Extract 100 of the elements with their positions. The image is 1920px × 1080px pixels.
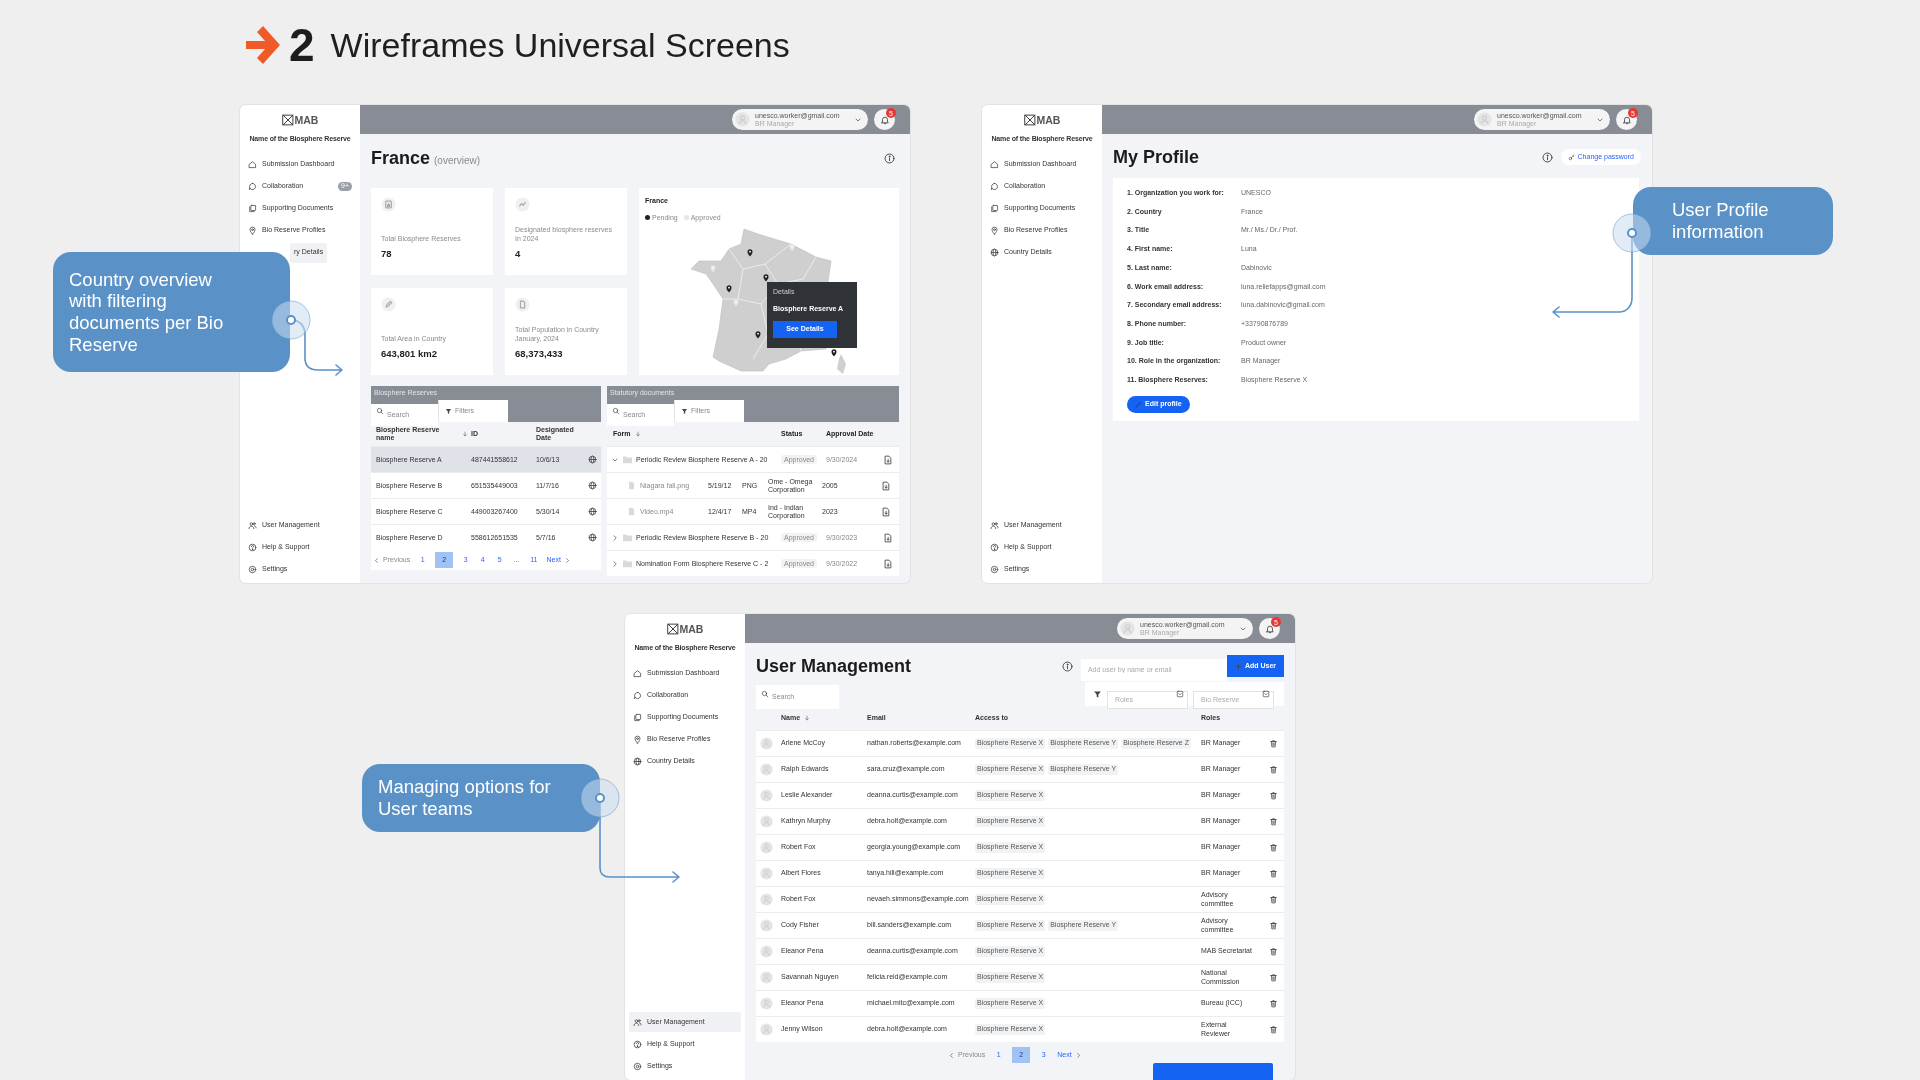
pencil-icon [381,297,396,312]
globe-icon [990,248,999,257]
trash-icon[interactable] [1269,1025,1278,1034]
stat-value: 78 [381,246,393,261]
location-icon [633,735,642,744]
chevron-left-icon [373,556,380,564]
globe-icon [633,757,642,766]
globe-icon[interactable] [588,507,597,516]
download-icon[interactable] [883,558,893,569]
map-pin-icon[interactable] [725,284,733,293]
info-icon[interactable] [884,152,895,164]
logo-icon [281,114,294,126]
trash-icon[interactable] [1269,843,1278,852]
avatar-icon [760,737,773,750]
map-pin-icon[interactable] [754,330,762,339]
logo-text: MAB [294,114,319,126]
pencil-icon [1135,400,1142,408]
filter-icon [681,407,688,415]
search-icon [761,690,769,698]
documents-icon [990,204,999,213]
stat-value: 4 [515,246,522,261]
download-icon[interactable] [881,506,891,517]
avatar-icon [1477,112,1492,127]
file-icon [627,481,636,490]
avatar-icon [760,945,773,958]
stat-value: 643,801 km2 [381,346,438,361]
chat-icon [248,182,257,191]
sort-icon[interactable] [462,431,468,437]
download-icon[interactable] [881,480,891,491]
globe-icon[interactable] [588,533,597,542]
key-icon [1567,153,1575,161]
avatar-icon [735,112,750,127]
chart-icon [381,197,396,212]
avatar-icon [760,789,773,802]
avatar-icon [760,971,773,984]
trash-icon[interactable] [1269,999,1278,1008]
users-icon [633,1017,642,1027]
map-pin-icon[interactable] [746,248,754,257]
avatar-icon [760,841,773,854]
callout-marker [271,300,311,340]
filter-icon[interactable] [1093,689,1102,699]
section-number: 2 [289,22,315,68]
download-icon[interactable] [883,532,893,543]
sort-icon[interactable] [634,431,641,437]
avatar-icon [760,815,773,828]
home-icon [248,160,257,169]
trash-icon[interactable] [1269,973,1278,982]
trash-icon[interactable] [1269,765,1278,774]
plus-icon [1234,662,1242,670]
sort-icon[interactable] [804,715,811,721]
filter-icon [445,407,452,415]
folder-icon [622,454,633,465]
globe-icon[interactable] [588,455,597,464]
map-pin-icon[interactable] [762,273,770,282]
globe-icon[interactable] [588,481,597,490]
search-icon [376,407,384,415]
chevron-icon[interactable] [611,533,619,542]
logo-icon [666,623,679,635]
users-icon [248,520,257,530]
chevron-left-icon [948,1051,955,1059]
help-icon [990,542,999,552]
download-icon[interactable] [883,454,893,465]
chevron-icon[interactable] [611,559,619,568]
trash-icon[interactable] [1269,895,1278,904]
avatar-icon [760,763,773,776]
avatar-icon [1120,621,1135,636]
stat-value: 68,373,433 [515,346,564,361]
logo-icon [1023,114,1036,126]
trash-icon[interactable] [1269,921,1278,930]
documents-icon [633,713,642,722]
location-icon [248,226,257,235]
chevron-right-icon [1074,1051,1082,1059]
help-icon [633,1039,642,1049]
document-icon [515,297,530,312]
info-icon[interactable] [1061,660,1073,672]
avatar-icon [760,893,773,906]
trash-icon[interactable] [1269,817,1278,826]
trash-icon[interactable] [1269,947,1278,956]
bell-icon [1264,623,1275,634]
chevron-right-icon [563,556,571,564]
settings-icon [633,1061,642,1071]
trend-icon [515,197,530,212]
settings-icon [990,564,999,574]
bell-icon [879,114,890,125]
help-icon [248,542,257,552]
trash-icon[interactable] [1269,869,1278,878]
avatar-icon [760,1023,773,1036]
trash-icon[interactable] [1269,791,1278,800]
home-icon [633,669,642,678]
info-icon[interactable] [1541,151,1553,163]
location-icon [990,226,999,235]
callout-marker [580,778,620,818]
page-title: My Profile [1113,148,1200,166]
home-icon [990,160,999,169]
map-pin-icon[interactable] [830,348,838,357]
avatar-icon [760,919,773,932]
settings-icon [248,564,257,574]
dropdown-icon [1262,690,1270,698]
logo-text: MAB [679,623,704,635]
trash-icon[interactable] [1269,739,1278,748]
